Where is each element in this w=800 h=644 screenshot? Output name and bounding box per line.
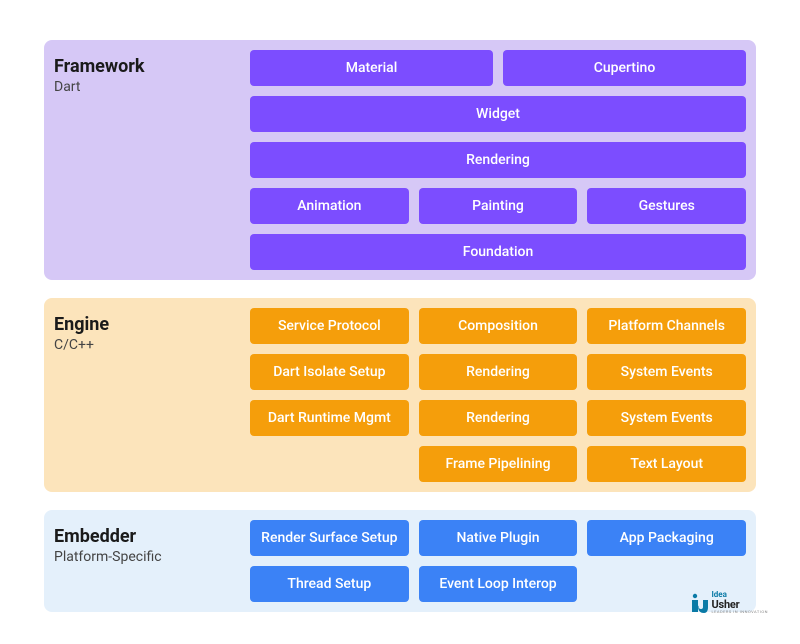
- engine-content: Service Protocol Composition Platform Ch…: [250, 308, 746, 482]
- logo-text: Idea Usher LEADERS IN INNOVATION: [711, 591, 768, 614]
- logo-mark-icon: [690, 593, 708, 613]
- engine-subtitle: C/C++: [54, 337, 250, 353]
- framework-subtitle: Dart: [54, 79, 250, 95]
- engine-box-dart-runtime-mgmt: Dart Runtime Mgmt: [250, 400, 409, 436]
- engine-box-platform-channels: Platform Channels: [587, 308, 746, 344]
- framework-box-cupertino: Cupertino: [503, 50, 746, 86]
- engine-box-rendering-1: Rendering: [419, 354, 578, 390]
- framework-box-animation: Animation: [250, 188, 409, 224]
- embedder-subtitle: Platform-Specific: [54, 549, 250, 565]
- framework-box-rendering: Rendering: [250, 142, 746, 178]
- engine-box-rendering-2: Rendering: [419, 400, 578, 436]
- framework-label: Framework Dart: [54, 50, 250, 270]
- framework-box-gestures: Gestures: [587, 188, 746, 224]
- embedder-box-native-plugin: Native Plugin: [419, 520, 578, 556]
- engine-title: Engine: [54, 314, 250, 335]
- embedder-box-thread-setup: Thread Setup: [250, 566, 409, 602]
- embedder-label: Embedder Platform-Specific: [54, 520, 250, 602]
- engine-box-dart-isolate-setup: Dart Isolate Setup: [250, 354, 409, 390]
- engine-box-text-layout: Text Layout: [587, 446, 746, 482]
- engine-label: Engine C/C++: [54, 308, 250, 482]
- framework-box-foundation: Foundation: [250, 234, 746, 270]
- framework-box-widget: Widget: [250, 96, 746, 132]
- engine-box-system-events-2: System Events: [587, 400, 746, 436]
- framework-box-material: Material: [250, 50, 493, 86]
- logo: Idea Usher LEADERS IN INNOVATION: [690, 591, 768, 614]
- embedder-content: Render Surface Setup Native Plugin App P…: [250, 520, 746, 602]
- engine-box-frame-pipelining: Frame Pipelining: [419, 446, 578, 482]
- embedder-box-event-loop-interop: Event Loop Interop: [419, 566, 578, 602]
- framework-box-painting: Painting: [419, 188, 578, 224]
- embedder-box-render-surface-setup: Render Surface Setup: [250, 520, 409, 556]
- engine-box-system-events-1: System Events: [587, 354, 746, 390]
- framework-layer: Framework Dart Material Cupertino Widget…: [44, 40, 756, 280]
- framework-content: Material Cupertino Widget Rendering Anim…: [250, 50, 746, 270]
- embedder-box-app-packaging: App Packaging: [587, 520, 746, 556]
- engine-box-composition: Composition: [419, 308, 578, 344]
- logo-tagline: LEADERS IN INNOVATION: [711, 610, 768, 614]
- embedder-title: Embedder: [54, 526, 250, 547]
- engine-layer: Engine C/C++ Service Protocol Compositio…: [44, 298, 756, 492]
- embedder-layer: Embedder Platform-Specific Render Surfac…: [44, 510, 756, 612]
- framework-title: Framework: [54, 56, 250, 77]
- engine-box-service-protocol: Service Protocol: [250, 308, 409, 344]
